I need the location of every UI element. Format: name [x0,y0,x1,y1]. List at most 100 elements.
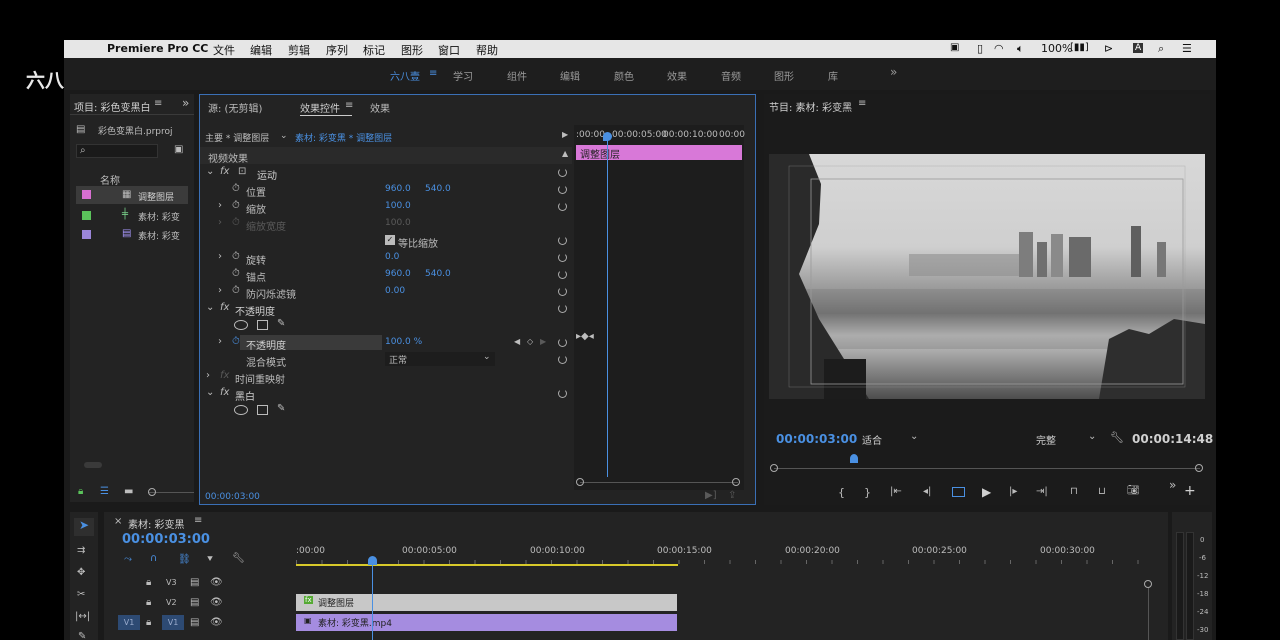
ec-scroll-track[interactable] [580,482,738,483]
add-keyframe-icon[interactable]: ◇ [527,337,533,346]
collapse-icon[interactable]: ▲ [562,149,568,158]
close-icon[interactable]: × [114,516,122,527]
zoom-slider-handle[interactable] [148,488,156,496]
workspace-active[interactable]: 六八壹 [390,68,420,83]
ec-timecode[interactable]: 00:00:03:00 [205,492,260,502]
ripple-edit-tool[interactable]: ✥ [77,567,85,578]
timeline-ruler[interactable]: :00:00 00:00:05:00 00:00:10:00 00:00:15:… [296,542,1156,566]
eye-icon[interactable]: 👁︎ [210,617,223,628]
pen-mask-icon[interactable]: ✎ [277,318,285,329]
sync-lock-icon[interactable]: ▤ [190,597,199,608]
wrench-icon[interactable]: 🔧︎ [1110,431,1124,444]
prev-keyframe-icon[interactable]: ◀ [514,337,520,346]
program-playhead[interactable] [850,454,858,463]
fit-select[interactable]: 适合 ⌄ [858,430,924,447]
work-area-bar[interactable] [296,564,678,566]
project-scrollbar[interactable] [84,462,102,468]
track-label[interactable]: V2 [166,598,177,607]
menu-marker[interactable]: 标记 [363,42,385,58]
source-patch[interactable]: V1 [118,615,140,630]
rotation-value[interactable]: 0.0 [385,252,399,262]
fx-icon[interactable]: fx [220,166,229,177]
next-keyframe-icon[interactable]: ▶ [540,337,546,346]
reset-icon[interactable] [558,287,567,296]
chevron-right-icon[interactable]: › [206,370,210,381]
button-editor-icon[interactable]: » [1169,478,1176,492]
reset-icon[interactable] [558,236,567,245]
menu-clip[interactable]: 剪辑 [288,42,310,58]
scroll-end-handle[interactable] [732,478,740,486]
reset-icon[interactable] [558,389,567,398]
input-source-icon[interactable]: A [1133,43,1144,53]
sequence-tab[interactable]: 素材: 彩变黑 [128,516,185,531]
play-circle-icon[interactable]: ⊳ [1104,42,1113,55]
panel-expand-icon[interactable]: » [182,96,189,110]
play-icon[interactable]: ▶ [982,485,991,499]
chevron-down-icon[interactable]: ⌄ [206,302,214,313]
step-forward-icon[interactable]: |▸ [1009,486,1017,497]
chevron-down-icon[interactable]: ⌄ [206,166,214,177]
project-search-input[interactable] [76,144,158,158]
list-view-icon[interactable]: ☰ [100,486,109,497]
project-item[interactable]: 调整图层 [138,190,174,203]
tab-menu-icon[interactable]: ≡ [345,100,353,111]
reset-icon[interactable] [558,253,567,262]
playhead-handle[interactable] [603,132,612,141]
stopwatch-icon[interactable]: ⏱︎ [232,251,240,262]
project-item[interactable]: 素材: 彩变 [138,210,180,223]
screen-record-icon[interactable]: ▣ [950,42,959,53]
scrub-start-handle[interactable] [770,464,778,472]
new-bin-icon[interactable]: ▣ [174,144,183,155]
ellipse-mask-icon[interactable] [234,320,248,330]
workspace-assembly[interactable]: 组件 [507,68,527,83]
export-frame-icon[interactable]: 📷︎ [1127,485,1140,496]
fx-icon[interactable]: fx [220,302,229,313]
safe-margins-button[interactable] [952,487,965,497]
v-scroll-track[interactable] [1148,588,1149,640]
sync-lock-icon[interactable]: ▤ [190,577,199,588]
anchor-x-value[interactable]: 960.0 [385,269,411,279]
project-title[interactable]: 项目: 彩色变黑白 [74,99,151,114]
lock-icon[interactable]: 🔒︎ [146,617,151,628]
add-marker-icon[interactable]: ⯆ [206,554,214,565]
reset-icon[interactable] [558,304,567,313]
lock-icon[interactable]: 🔒︎ [146,597,151,608]
rect-mask-icon[interactable] [257,320,268,330]
workspace-more[interactable]: » [890,65,897,79]
reset-icon[interactable] [558,202,567,211]
menu-edit[interactable]: 编辑 [250,42,272,58]
phone-icon[interactable]: ▯ [977,42,983,55]
ellipse-mask-icon[interactable] [234,405,248,415]
opacity-value[interactable]: 100.0 % [385,337,422,347]
project-item[interactable]: 素材: 彩变 [138,229,180,242]
stopwatch-icon[interactable]: ⏱︎ [232,183,240,194]
linked-selection-icon[interactable]: ⛓︎ [178,554,191,565]
nest-icon[interactable]: ⤳ [124,554,132,565]
workspace-audio[interactable]: 音频 [721,68,741,83]
mark-out-icon[interactable]: } [864,486,871,499]
share-icon[interactable]: ⇪ [728,490,736,501]
sync-lock-icon[interactable]: ▤ [190,617,199,628]
reset-icon[interactable] [558,168,567,177]
razor-tool[interactable]: ✂︎ [77,589,85,600]
track-select-tool[interactable]: ⇉ [77,545,85,556]
icon-view-icon[interactable]: ▬ [124,486,133,497]
workspace-color[interactable]: 颜色 [614,68,634,83]
export-frame-icon[interactable]: ▶︎] [705,490,717,501]
lift-icon[interactable]: ⊓ [1070,486,1078,497]
chevron-down-icon[interactable]: ⌄ [206,387,214,398]
menu-graphics[interactable]: 图形 [401,42,423,58]
snap-icon[interactable]: ∩ [150,553,157,564]
chevron-right-icon[interactable]: › [218,285,222,296]
spotlight-icon[interactable]: ⌕ [1158,42,1164,56]
clip-video[interactable]: ▣ 素材: 彩变黑.mp4 [296,614,677,631]
pen-mask-icon[interactable]: ✎ [277,403,285,414]
stopwatch-icon[interactable]: ⏱︎ [232,336,240,347]
transform-icon[interactable]: ⊡ [238,166,246,177]
panel-menu-icon[interactable]: ≡ [858,98,866,109]
track-label[interactable]: V3 [166,578,177,587]
workspace-libraries[interactable]: 库 [828,68,838,83]
volume-icon[interactable]: 🔈︎ [1017,42,1024,56]
program-timecode[interactable]: 00:00:03:00 [776,432,857,446]
quality-select[interactable]: 完整 ⌄ [1032,430,1100,447]
